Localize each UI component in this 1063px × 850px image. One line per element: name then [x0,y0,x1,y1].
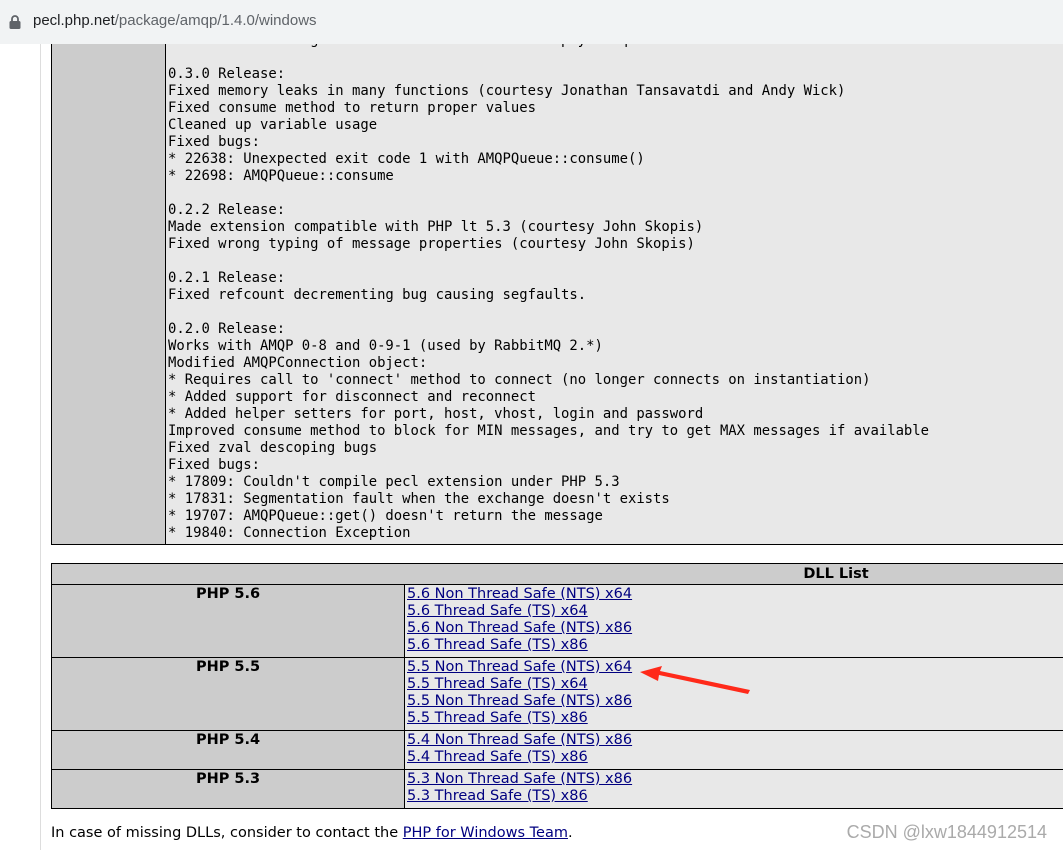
php-version-label: PHP 5.6 [51,584,405,658]
url-path: /package/amqp/1.4.0/windows [114,12,317,29]
left-gutter [0,44,40,850]
dll-download-link[interactable]: 5.3 Non Thread Safe (NTS) x86 [407,771,1063,788]
dll-row: PHP 5.6 5.6 Non Thread Safe (NTS) x64 5.6 … [51,584,1063,658]
php-version-label: PHP 5.4 [51,730,405,770]
page-content: * 24323: Cannot get the name for auto-na… [0,44,1063,850]
red-arrow-annotation [640,666,750,694]
php-version-label: PHP 5.3 [51,769,405,809]
php-windows-team-link[interactable]: PHP for Windows Team [403,825,568,841]
url-text[interactable]: pecl.php.net/package/amqp/1.4.0/windows [33,12,317,29]
footer-note: In case of missing DLLs, consider to con… [51,825,573,841]
footer-text-end: . [567,825,573,841]
changelog-label-column [52,44,166,544]
dll-row: PHP 5.5 5.5 Non Thread Safe (NTS) x64 5.5 … [51,657,1063,731]
dll-list-header: DLL List [51,563,1063,585]
dll-links-cell: 5.4 Non Thread Safe (NTS) x86 5.4 Thread … [404,730,1063,770]
dll-row: PHP 5.4 5.4 Non Thread Safe (NTS) x86 5.4 … [51,730,1063,770]
dll-list-title: DLL List [803,566,869,582]
dll-download-link[interactable]: 5.5 Thread Safe (TS) x86 [407,710,1063,727]
dll-download-link[interactable]: 5.6 Non Thread Safe (NTS) x86 [407,620,1063,637]
dll-download-link[interactable]: 5.3 Thread Safe (TS) x86 [407,788,1063,805]
dll-links-cell: 5.6 Non Thread Safe (NTS) x64 5.6 Thread … [404,584,1063,658]
address-bar[interactable]: pecl.php.net/package/amqp/1.4.0/windows [0,0,1063,44]
left-divider [40,44,41,850]
url-host: pecl.php.net [33,12,115,29]
dll-download-link[interactable]: 5.4 Non Thread Safe (NTS) x86 [407,732,1063,749]
dll-download-link[interactable]: 5.6 Thread Safe (TS) x86 [407,637,1063,654]
csdn-watermark: CSDN @lxw1844912514 [846,822,1047,842]
footer-text: In case of missing DLLs, consider to con… [51,825,403,841]
dll-list-table: DLL List PHP 5.6 5.6 Non Thread Safe (NTS… [51,563,1063,809]
changelog-cell: * 24323: Cannot get the name for auto-na… [51,44,1063,545]
php-version-label: PHP 5.5 [51,657,405,731]
lock-icon [9,15,21,29]
dll-download-link[interactable]: 5.6 Non Thread Safe (NTS) x64 [407,586,1063,603]
changelog-text: * 24323: Cannot get the name for auto-na… [168,44,930,541]
dll-row: PHP 5.3 5.3 Non Thread Safe (NTS) x86 5.3 … [51,769,1063,809]
dll-links-cell: 5.3 Non Thread Safe (NTS) x86 5.3 Thread … [404,769,1063,809]
dll-download-link[interactable]: 5.4 Thread Safe (TS) x86 [407,749,1063,766]
dll-download-link[interactable]: 5.6 Thread Safe (TS) x64 [407,603,1063,620]
